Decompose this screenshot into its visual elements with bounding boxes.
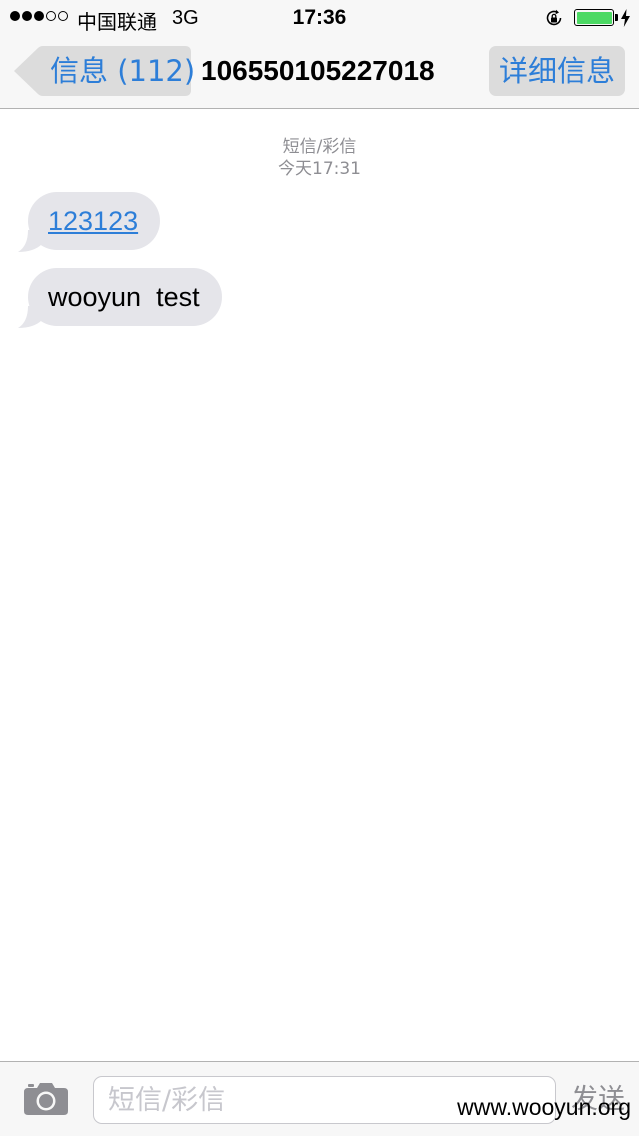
status-bar: 中国联通 3G 17:36: [0, 0, 639, 36]
battery-icon: [574, 9, 614, 26]
camera-icon[interactable]: [24, 1081, 68, 1115]
message-link[interactable]: 123123: [48, 206, 138, 236]
rotation-lock-icon: [546, 9, 562, 26]
battery-level: [576, 11, 612, 24]
watermark: www.wooyun.org: [457, 1094, 631, 1120]
back-button-label: 信息 (112): [50, 54, 196, 88]
message-text: wooyun test: [48, 282, 200, 312]
message-timestamp: 今天17:31: [278, 159, 361, 179]
charging-bolt-icon: [621, 9, 630, 27]
message-bubble: 123123: [28, 192, 161, 250]
message-bubble: wooyun test: [28, 268, 222, 326]
battery-cap: [615, 14, 618, 21]
conversation-title: 10655010522701​8: [201, 55, 435, 86]
details-button[interactable]: 详细信息: [489, 46, 625, 96]
back-button[interactable]: 信息 (112): [14, 46, 195, 96]
navigation-bar: 信息 (112) 10655010522701​8 详细信息: [0, 36, 639, 109]
